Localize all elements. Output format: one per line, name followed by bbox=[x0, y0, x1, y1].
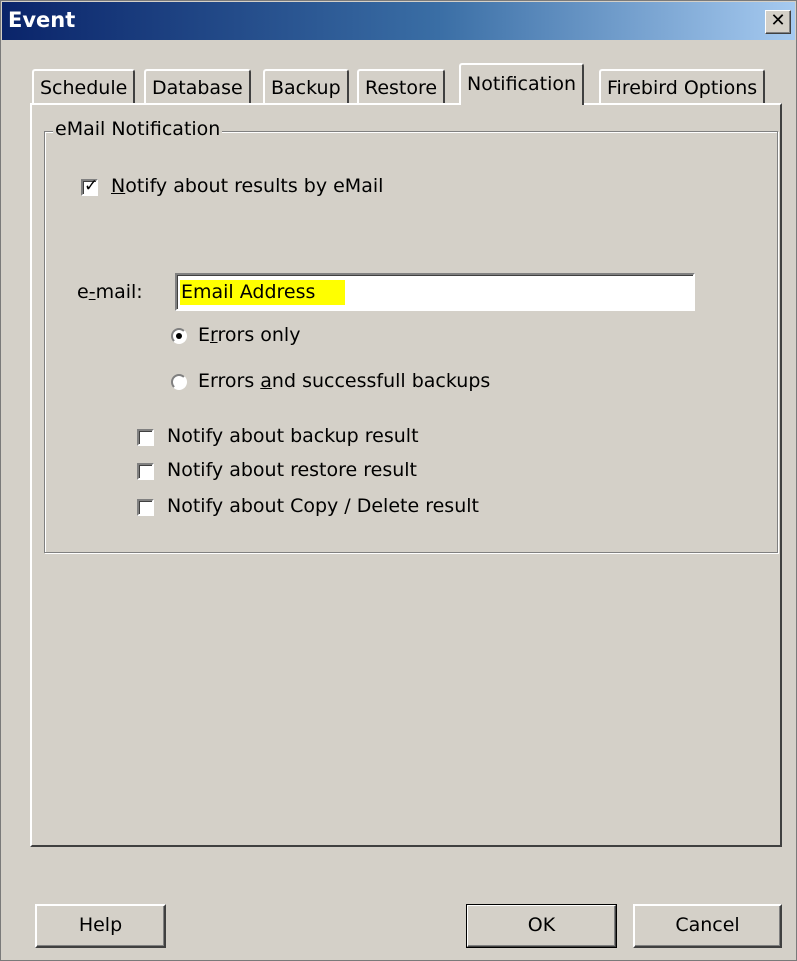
notify-by-email-checkbox[interactable]: ✓ bbox=[81, 176, 99, 196]
tab-label: Firebird Options bbox=[607, 77, 758, 99]
tab-firebird-options[interactable]: Firebird Options bbox=[599, 69, 766, 103]
notification-panel: eMail Notification ✓ Notify about result… bbox=[30, 103, 782, 847]
window-title: Event bbox=[8, 8, 76, 32]
backup-result-checkbox[interactable] bbox=[137, 429, 154, 446]
title-bar[interactable]: Event ✕ bbox=[2, 2, 795, 40]
copy-delete-result-label[interactable]: Notify about Copy / Delete result bbox=[167, 495, 479, 517]
tab-label: Backup bbox=[271, 77, 341, 99]
email-value: Email Address bbox=[180, 280, 346, 305]
dialog-window: Event ✕ Schedule Database Backup Restore… bbox=[0, 0, 797, 961]
tab-label: Database bbox=[152, 77, 243, 99]
ok-button[interactable]: OK bbox=[466, 904, 617, 948]
help-button[interactable]: Help bbox=[35, 904, 166, 948]
email-label: e-mail: bbox=[77, 281, 143, 303]
copy-delete-result-checkbox[interactable] bbox=[137, 499, 154, 516]
tab-restore[interactable]: Restore bbox=[357, 69, 446, 103]
tab-label: Restore bbox=[365, 77, 438, 99]
tab-schedule[interactable]: Schedule bbox=[32, 69, 136, 103]
errors-and-successful-label[interactable]: Errors and successfull backups bbox=[198, 370, 490, 392]
close-button[interactable]: ✕ bbox=[765, 10, 791, 34]
cancel-button[interactable]: Cancel bbox=[633, 904, 782, 948]
tab-notification[interactable]: Notification bbox=[459, 63, 585, 105]
restore-result-checkbox[interactable] bbox=[137, 463, 154, 480]
email-field[interactable]: Email Address bbox=[175, 273, 695, 311]
checkmark-icon: ✓ bbox=[84, 176, 99, 196]
tab-label: Schedule bbox=[40, 77, 128, 99]
restore-result-label[interactable]: Notify about restore result bbox=[167, 459, 417, 481]
tab-backup[interactable]: Backup bbox=[263, 69, 349, 103]
email-notification-group: eMail Notification ✓ Notify about result… bbox=[44, 118, 778, 553]
notify-by-email-label[interactable]: Notify about results by eMail bbox=[111, 175, 383, 197]
errors-and-successful-radio[interactable] bbox=[171, 374, 187, 390]
tab-label: Notification bbox=[467, 73, 577, 95]
errors-only-radio[interactable] bbox=[171, 328, 187, 344]
errors-only-label[interactable]: Errors only bbox=[198, 324, 300, 346]
group-title: eMail Notification bbox=[53, 118, 223, 140]
radio-selected-dot bbox=[176, 333, 182, 339]
close-icon: ✕ bbox=[770, 10, 786, 31]
backup-result-label[interactable]: Notify about backup result bbox=[167, 425, 419, 447]
tab-database[interactable]: Database bbox=[144, 69, 251, 103]
